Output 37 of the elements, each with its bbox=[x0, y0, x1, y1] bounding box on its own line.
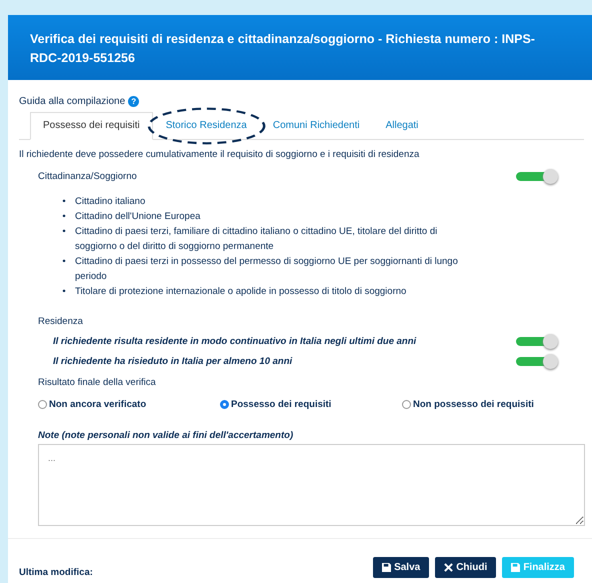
tab[interactable]: Comuni Richiedenti bbox=[260, 112, 373, 140]
list-item: Cittadino di paesi terzi, familiare di cittadino italiano o cittadino UE, titolare del diritto di soggiorno o del diritto di soggiorno permanente bbox=[75, 225, 438, 254]
bullet: • bbox=[61, 210, 67, 224]
last-modified-label: Ultima modifica: bbox=[19, 567, 93, 578]
dialog-title: Verifica dei requisiti di residenza e cittadinanza/soggiorno - Richiesta numero : INPS-RDC-2019-551256 bbox=[30, 31, 536, 67]
toggle-switch[interactable] bbox=[516, 172, 556, 181]
bullet: • bbox=[61, 195, 67, 209]
bullet: • bbox=[61, 255, 67, 269]
bullet: • bbox=[61, 285, 67, 299]
section-label: Cittadinanza/Soggiorno bbox=[38, 171, 137, 182]
list-item: Cittadino di paesi terzi in possesso del permesso di soggiorno UE per soggiornanti di lungo periodo bbox=[75, 255, 459, 284]
action-button[interactable]: Chiudi bbox=[435, 557, 496, 578]
bullet: • bbox=[61, 225, 67, 239]
toggle-switch[interactable] bbox=[516, 357, 556, 366]
intro-text: Il richiedente deve possedere cumulativamente il requisito di soggiorno e i requisiti di residenza bbox=[19, 149, 420, 160]
requirement-label: Il richiedente risulta residente in modo continuativo in Italia negli ultimi due anni bbox=[53, 336, 416, 347]
list-item: Cittadino italiano bbox=[75, 195, 146, 209]
result-label: Risultato finale della verifica bbox=[37, 377, 157, 388]
requirement-label: Il richiedente ha risieduto in Italia per almeno 10 anni bbox=[53, 356, 292, 367]
help-icon[interactable]: ? bbox=[128, 96, 140, 107]
radio-button[interactable] bbox=[220, 400, 229, 409]
tab[interactable]: Allegati bbox=[372, 112, 432, 140]
radio-button[interactable] bbox=[402, 400, 411, 409]
radio-label[interactable]: Possesso dei requisiti bbox=[231, 399, 332, 410]
list-item: Titolare di protezione internazionale o apolide in possesso di titolo di soggiorno bbox=[75, 285, 406, 299]
action-button[interactable]: Salva bbox=[373, 557, 430, 578]
toggle-switch[interactable] bbox=[516, 337, 556, 346]
notes-label: Note (note personali non valide ai fini dell'accertamento) bbox=[37, 430, 294, 441]
list-item: Cittadino dell'Unione Europea bbox=[75, 210, 200, 224]
guide-label: Guida alla compilazione bbox=[19, 96, 126, 107]
tab[interactable]: Possesso dei requisiti bbox=[30, 112, 153, 140]
radio-label[interactable]: Non possesso dei requisiti bbox=[413, 399, 534, 410]
notes-field[interactable]: ... bbox=[38, 444, 585, 526]
section-label: Residenza bbox=[37, 316, 84, 327]
radio-button[interactable] bbox=[38, 400, 47, 409]
close-icon bbox=[444, 563, 454, 572]
radio-label[interactable]: Non ancora verificato bbox=[49, 399, 146, 410]
